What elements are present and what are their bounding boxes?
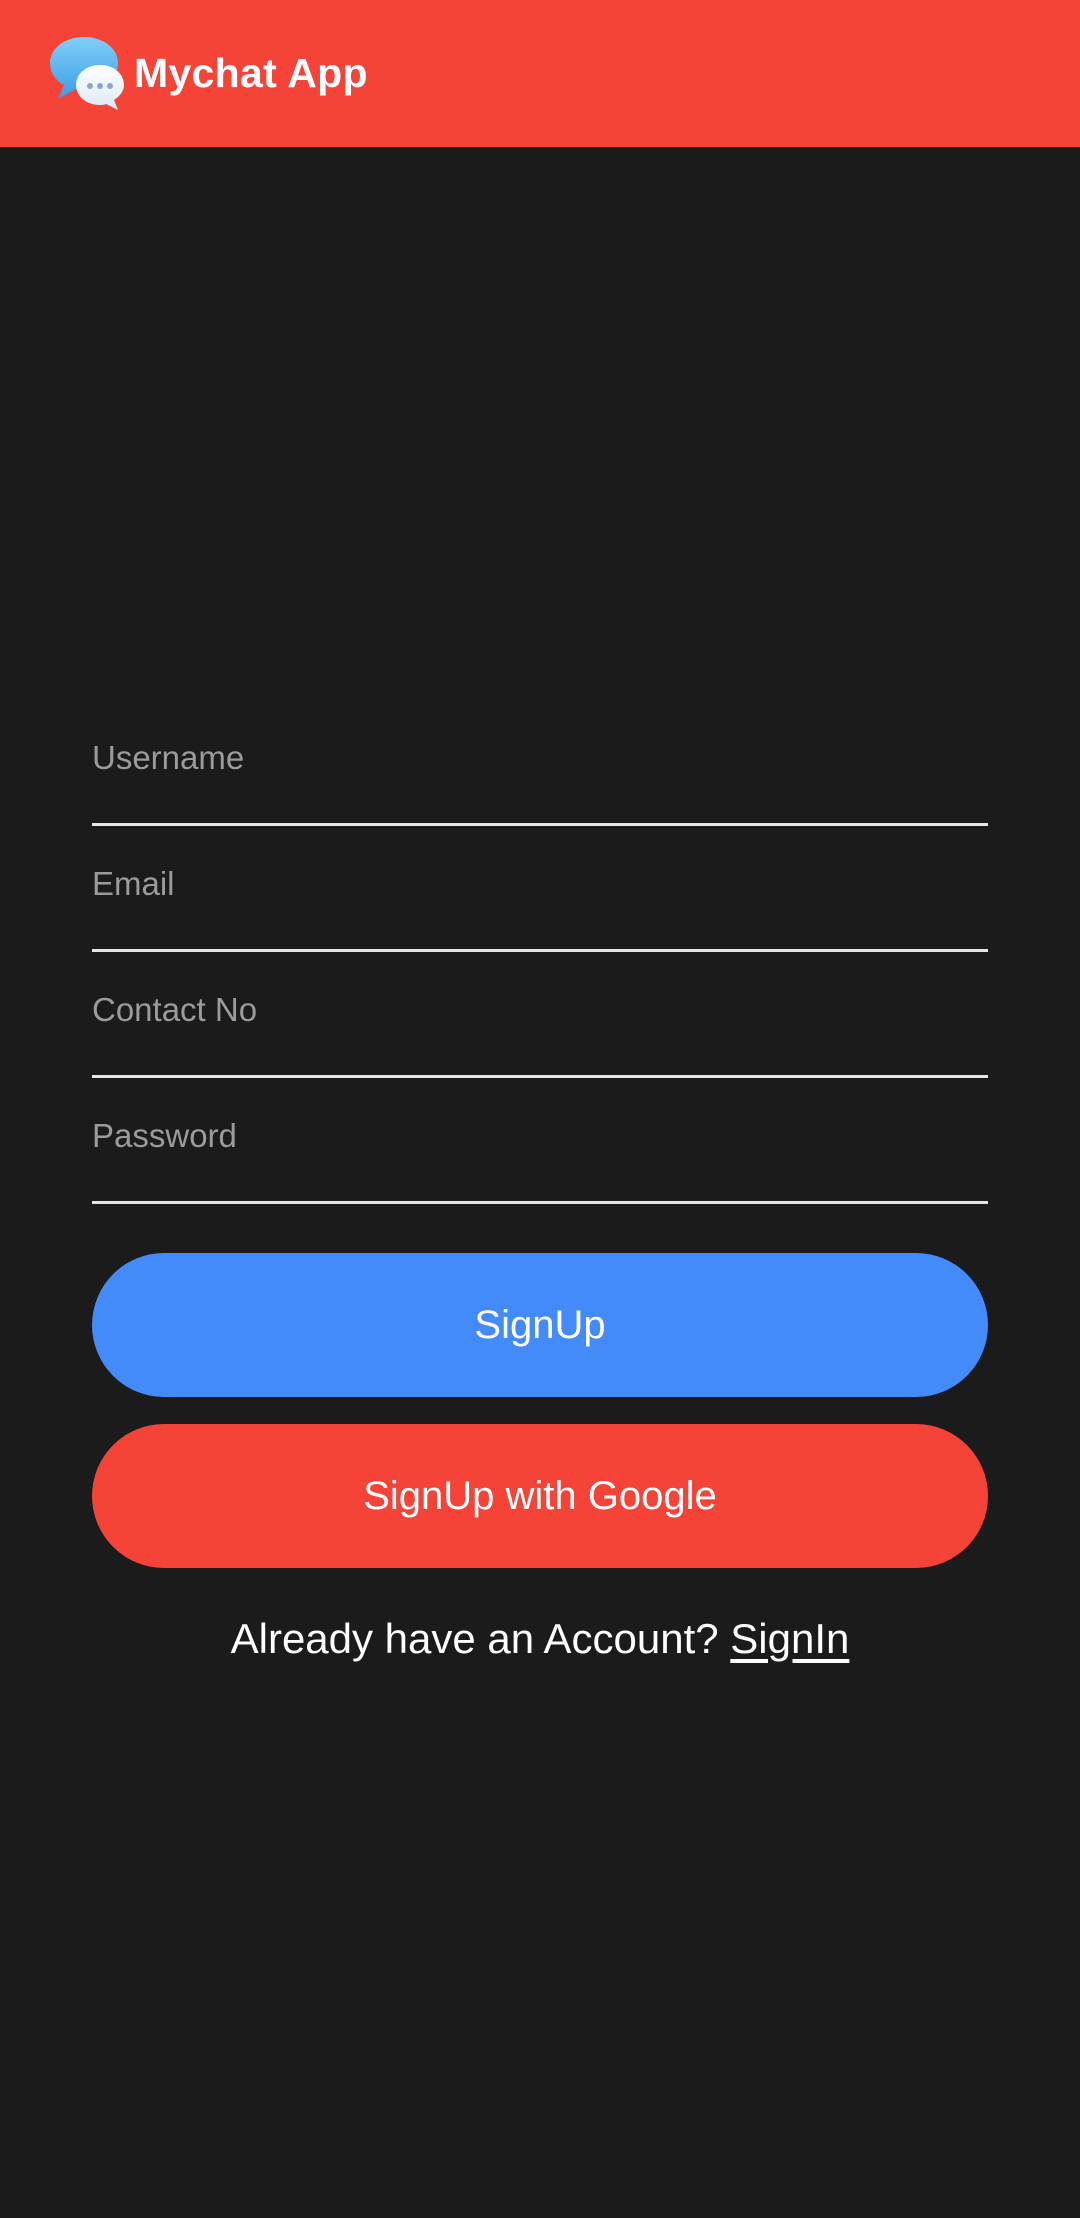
signup-button[interactable]: SignUp [92, 1253, 988, 1397]
signin-prompt-text: Already have an Account? [230, 1615, 719, 1662]
chat-bubbles-icon [50, 37, 124, 110]
app-title: Mychat App [134, 50, 368, 96]
contact-no-input[interactable] [92, 980, 988, 1040]
password-field-container [92, 1078, 988, 1204]
signup-with-google-button[interactable]: SignUp with Google [92, 1424, 988, 1568]
signin-prompt-row: Already have an Account? SignIn [0, 1615, 1080, 1663]
signup-form [92, 700, 988, 1204]
app-bar: Mychat App [0, 0, 1080, 147]
password-input[interactable] [92, 1106, 988, 1166]
signup-with-google-label: SignUp with Google [363, 1473, 717, 1518]
signin-link[interactable]: SignIn [730, 1615, 849, 1662]
email-field-container [92, 826, 988, 952]
contact-field-container [92, 952, 988, 1078]
signup-button-label: SignUp [474, 1302, 606, 1347]
username-field-container [92, 700, 988, 826]
username-input[interactable] [92, 728, 988, 788]
email-input[interactable] [92, 854, 988, 914]
